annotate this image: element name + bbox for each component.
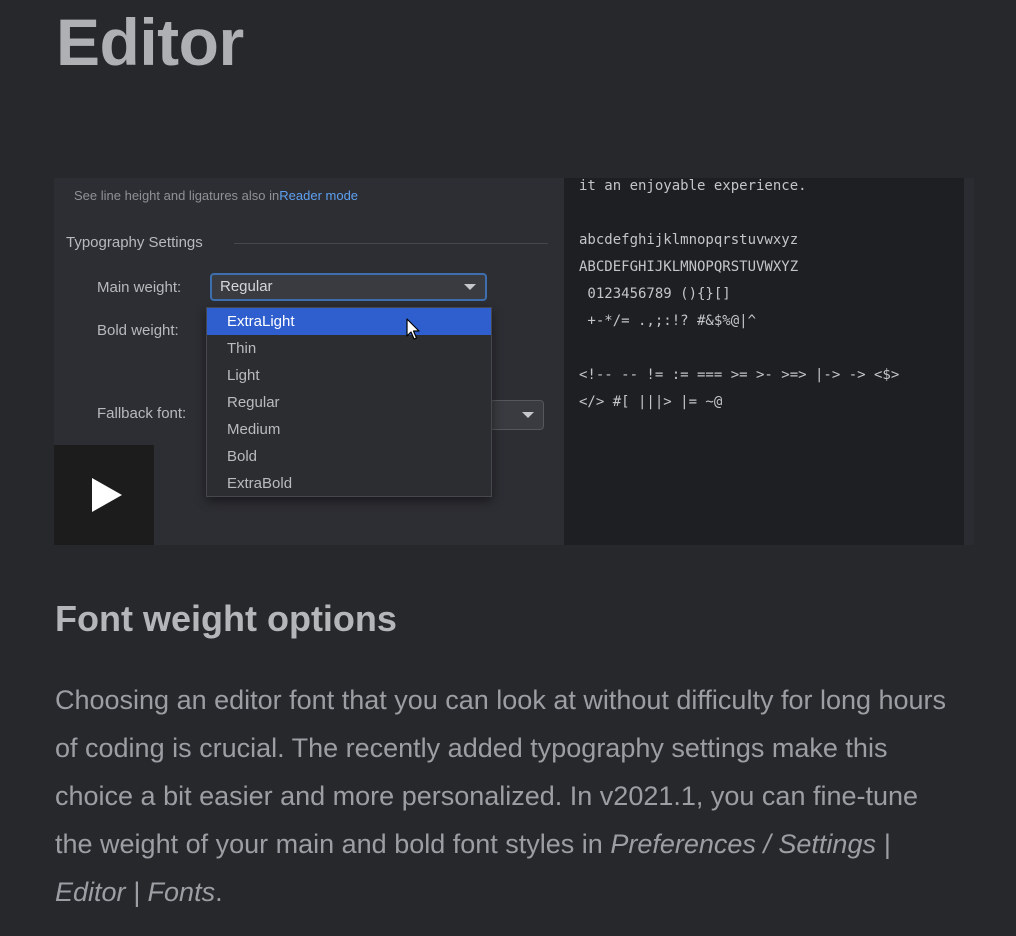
video-preview[interactable]: See line height and ligatures also inRea… xyxy=(54,178,974,545)
article-paragraph: Choosing an editor font that you can loo… xyxy=(55,676,955,916)
preview-line: </> #[ |||> |= ~@ xyxy=(579,394,723,410)
preview-line: ABCDEFGHIJKLMNOPQRSTUVWXYZ xyxy=(579,259,799,275)
mouse-pointer-icon xyxy=(406,318,420,340)
section-heading: Font weight options xyxy=(55,598,397,639)
fallback-font-label: Fallback font: xyxy=(97,405,187,422)
reader-mode-hint: See line height and ligatures also inRea… xyxy=(74,188,358,203)
typography-settings-label: Typography Settings xyxy=(66,234,203,251)
weight-option[interactable]: Thin xyxy=(207,335,491,362)
font-preview-pane: it an enjoyable experience. abcdefghijkl… xyxy=(564,178,964,545)
weight-option[interactable]: ExtraBold xyxy=(207,470,491,497)
weight-option[interactable]: Medium xyxy=(207,416,491,443)
chevron-down-icon xyxy=(464,284,476,290)
hint-text: See line height and ligatures also in xyxy=(74,188,280,203)
play-button[interactable] xyxy=(54,445,154,545)
main-weight-select[interactable]: Regular xyxy=(210,273,487,301)
preview-scrollbar[interactable] xyxy=(964,178,974,545)
reader-mode-link[interactable]: Reader mode xyxy=(279,188,358,203)
settings-panel: See line height and ligatures also inRea… xyxy=(54,178,564,545)
weight-option[interactable]: Bold xyxy=(207,443,491,470)
weight-option[interactable]: Light xyxy=(207,362,491,389)
preview-line: 0123456789 (){}[] xyxy=(579,286,731,302)
paragraph-end: . xyxy=(215,877,223,907)
chevron-down-icon xyxy=(522,412,534,418)
weight-option[interactable]: Regular xyxy=(207,389,491,416)
preview-line: +-*/= .,;:!? #&$%@|^ xyxy=(579,313,757,329)
section-divider xyxy=(234,243,548,244)
preview-line: <!-- -- != := === >= >- >=> |-> -> <$> xyxy=(579,367,900,383)
weight-option[interactable]: ExtraLight xyxy=(207,308,491,335)
preview-line: abcdefghijklmnopqrstuvwxyz xyxy=(579,232,799,248)
weight-dropdown-list: ExtraLight Thin Light Regular Medium Bol… xyxy=(206,307,492,497)
bold-weight-label: Bold weight: xyxy=(97,322,179,339)
preview-line: it an enjoyable experience. xyxy=(579,178,807,194)
fallback-font-select[interactable] xyxy=(490,400,544,430)
play-icon xyxy=(92,478,122,512)
page-title: Editor xyxy=(56,5,244,79)
main-weight-value: Regular xyxy=(220,278,273,295)
main-weight-label: Main weight: xyxy=(97,279,182,296)
